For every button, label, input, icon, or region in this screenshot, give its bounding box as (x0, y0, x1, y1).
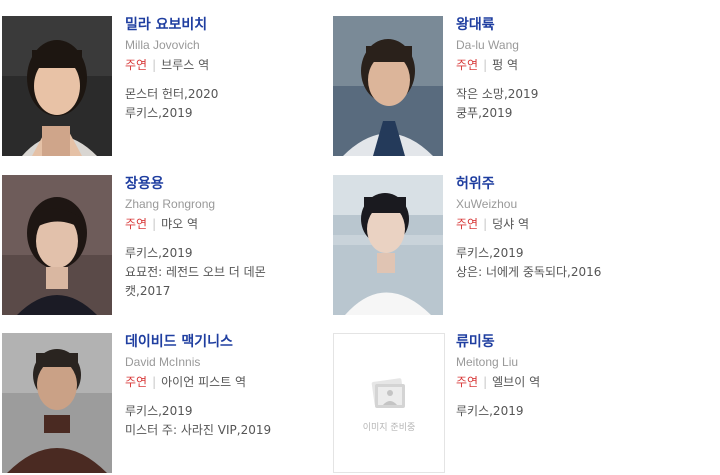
cast-card: 장용용 Zhang Rongrong 주연 | 먀오 역 루키스,2019 요묘전:… (2, 175, 332, 317)
actor-name[interactable]: 데이비드 맥기니스 (125, 333, 330, 351)
role-type: 주연 (456, 217, 479, 231)
role-name: 덩샤 역 (492, 217, 530, 231)
work-title: 요묘전: 레전드 오브 더 데몬 (125, 265, 266, 279)
filmography: 루키스,2019 요묘전: 레전드 오브 더 데몬캣,2017 (125, 244, 330, 301)
role-name: 먀오 역 (161, 217, 199, 231)
filmography: 몬스터 헌터,2020 루키스,2019 (125, 85, 330, 123)
portrait-image (2, 175, 112, 315)
actor-name[interactable]: 왕대륙 (456, 16, 661, 34)
filmography: 루키스,2019 (456, 402, 661, 421)
actor-name-en: Zhang Rongrong (125, 197, 216, 211)
work-item[interactable]: 루키스,2019 (456, 402, 661, 421)
actor-name-en: XuWeizhou (456, 197, 518, 211)
portrait-image (2, 333, 112, 473)
role-type: 주연 (125, 375, 148, 389)
actor-name-en: Milla Jovovich (125, 38, 200, 52)
role-name: 브루스 역 (161, 58, 210, 72)
work-item[interactable]: 상은: 너에게 중독되다,2016 (456, 263, 661, 282)
work-item[interactable]: 루키스,2019 (125, 402, 330, 421)
cast-card: 왕대륙 Da-lu Wang 주연 | 펑 역 작은 소망,2019 쿵푸,2019 (333, 16, 663, 158)
actor-name-en: Da-lu Wang (456, 38, 519, 52)
actor-photo[interactable] (333, 175, 443, 315)
work-title-cont: 캣,2017 (125, 284, 171, 298)
actor-photo[interactable] (2, 16, 112, 156)
role-divider: | (483, 375, 488, 389)
work-item[interactable]: 루키스,2019 (125, 244, 330, 263)
role-name: 아이언 피스트 역 (161, 375, 247, 389)
filmography: 작은 소망,2019 쿵푸,2019 (456, 85, 661, 123)
work-item[interactable]: 요묘전: 레전드 오브 더 데몬캣,2017 (125, 263, 330, 301)
actor-name-en: Meitong Liu (456, 355, 519, 369)
actor-photo[interactable] (333, 16, 443, 156)
image-placeholder-icon (371, 378, 405, 408)
role-divider: | (483, 58, 488, 72)
role-line: 주연 | 엘브이 역 (456, 374, 661, 390)
actor-photo[interactable] (2, 333, 112, 473)
work-item[interactable]: 루키스,2019 (125, 104, 330, 123)
actor-name-en: David McInnis (125, 355, 201, 369)
role-type: 주연 (125, 217, 148, 231)
cast-grid: 밀라 요보비치 Milla Jovovich 주연 | 브루스 역 몬스터 헌터,2… (0, 0, 720, 473)
filmography: 루키스,2019 미스터 주: 사라진 VIP,2019 (125, 402, 330, 440)
actor-info: 데이비드 맥기니스 David McInnis 주연 | 아이언 피스트 역 루키스… (125, 333, 330, 440)
actor-info: 류미동 Meitong Liu 주연 | 엘브이 역 루키스,2019 (456, 333, 661, 421)
role-divider: | (152, 217, 157, 231)
actor-name[interactable]: 장용용 (125, 175, 330, 193)
actor-name[interactable]: 밀라 요보비치 (125, 16, 330, 34)
actor-info: 장용용 Zhang Rongrong 주연 | 먀오 역 루키스,2019 요묘전:… (125, 175, 330, 301)
photo-placeholder[interactable]: 이미지 준비중 (333, 333, 445, 473)
role-line: 주연 | 먀오 역 (125, 216, 330, 232)
actor-info: 밀라 요보비치 Milla Jovovich 주연 | 브루스 역 몬스터 헌터,2… (125, 16, 330, 123)
role-divider: | (152, 58, 157, 72)
filmography: 루키스,2019 상은: 너에게 중독되다,2016 (456, 244, 661, 282)
cast-card: 밀라 요보비치 Milla Jovovich 주연 | 브루스 역 몬스터 헌터,2… (2, 16, 332, 158)
role-line: 주연 | 아이언 피스트 역 (125, 374, 330, 390)
cast-card: 데이비드 맥기니스 David McInnis 주연 | 아이언 피스트 역 루키스… (2, 333, 332, 475)
role-name: 펑 역 (492, 58, 519, 72)
portrait-image (333, 175, 443, 315)
portrait-image (333, 16, 443, 156)
role-line: 주연 | 펑 역 (456, 57, 661, 73)
placeholder-text: 이미지 준비중 (362, 423, 416, 433)
portrait-image (2, 16, 112, 156)
role-line: 주연 | 브루스 역 (125, 57, 330, 73)
role-divider: | (483, 217, 488, 231)
cast-card: 이미지 준비중 류미동 Meitong Liu 주연 | 엘브이 역 루키스,201… (333, 333, 663, 475)
role-type: 주연 (456, 375, 479, 389)
work-item[interactable]: 몬스터 헌터,2020 (125, 85, 330, 104)
cast-card: 허위주 XuWeizhou 주연 | 덩샤 역 루키스,2019 상은: 너에게 중… (333, 175, 663, 317)
actor-name[interactable]: 류미동 (456, 333, 661, 351)
role-line: 주연 | 덩샤 역 (456, 216, 661, 232)
role-name: 엘브이 역 (492, 375, 541, 389)
actor-info: 허위주 XuWeizhou 주연 | 덩샤 역 루키스,2019 상은: 너에게 중… (456, 175, 661, 282)
actor-name[interactable]: 허위주 (456, 175, 661, 193)
role-divider: | (152, 375, 157, 389)
role-type: 주연 (125, 58, 148, 72)
actor-info: 왕대륙 Da-lu Wang 주연 | 펑 역 작은 소망,2019 쿵푸,2019 (456, 16, 661, 123)
work-item[interactable]: 미스터 주: 사라진 VIP,2019 (125, 421, 330, 440)
role-type: 주연 (456, 58, 479, 72)
actor-photo[interactable] (2, 175, 112, 315)
work-item[interactable]: 쿵푸,2019 (456, 104, 661, 123)
work-item[interactable]: 작은 소망,2019 (456, 85, 661, 104)
work-item[interactable]: 루키스,2019 (456, 244, 661, 263)
